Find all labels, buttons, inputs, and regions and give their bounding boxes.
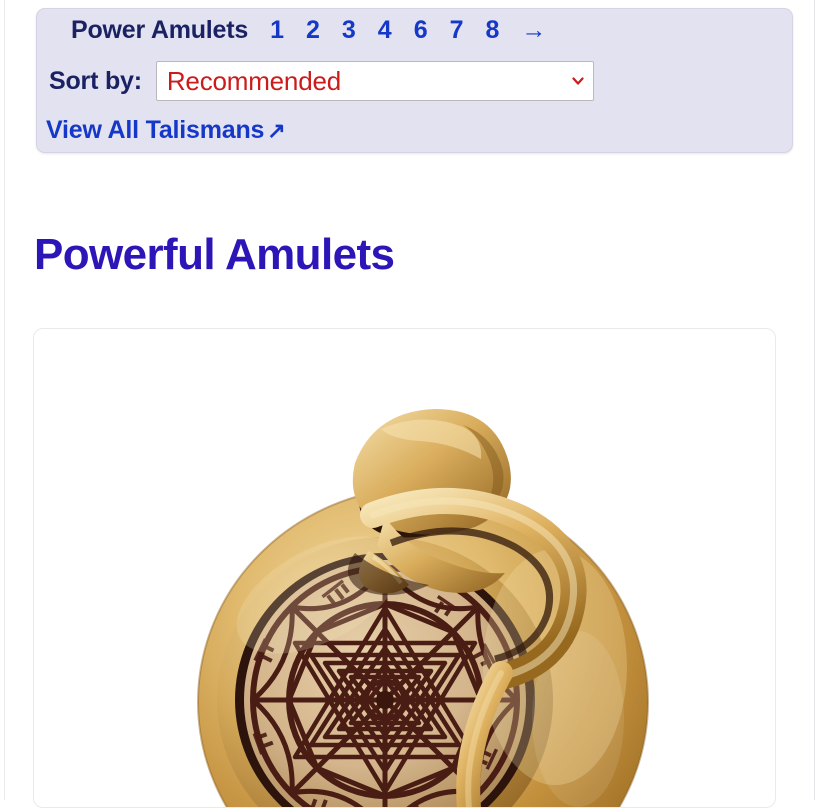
product-image[interactable] — [123, 367, 691, 807]
chevron-down-icon — [572, 77, 584, 85]
arrow-right-icon[interactable]: → — [521, 18, 546, 43]
page-link-7[interactable]: 7 — [450, 16, 464, 45]
sort-by-select[interactable]: Recommended — [155, 61, 594, 101]
product-card[interactable] — [33, 328, 776, 808]
view-all-label: View All Talismans — [46, 116, 265, 144]
pagination: Power Amulets 1 2 3 4 6 7 8 → — [71, 16, 546, 45]
arrow-up-right-icon: ↗ — [267, 118, 286, 143]
amulet-photo-svg — [123, 367, 691, 807]
page-link-2[interactable]: 2 — [306, 16, 320, 45]
sort-by-label: Sort by: — [49, 66, 142, 95]
page-title: Powerful Amulets — [34, 230, 395, 279]
view-all-row: View All Talismans ↗ — [46, 116, 286, 145]
toolbar-panel: Power Amulets 1 2 3 4 6 7 8 → Sort by: R… — [36, 8, 793, 153]
pagination-title: Power Amulets — [71, 16, 249, 44]
sort-by-selected-value: Recommended — [166, 66, 341, 96]
view-all-talismans-link[interactable]: View All Talismans ↗ — [46, 116, 286, 144]
page-link-8[interactable]: 8 — [486, 16, 500, 45]
sort-control: Sort by: Recommended — [49, 61, 594, 101]
page-link-3[interactable]: 3 — [342, 16, 356, 45]
page-link-1[interactable]: 1 — [270, 16, 284, 45]
page-link-6[interactable]: 6 — [414, 16, 428, 45]
page-link-4[interactable]: 4 — [378, 16, 392, 45]
